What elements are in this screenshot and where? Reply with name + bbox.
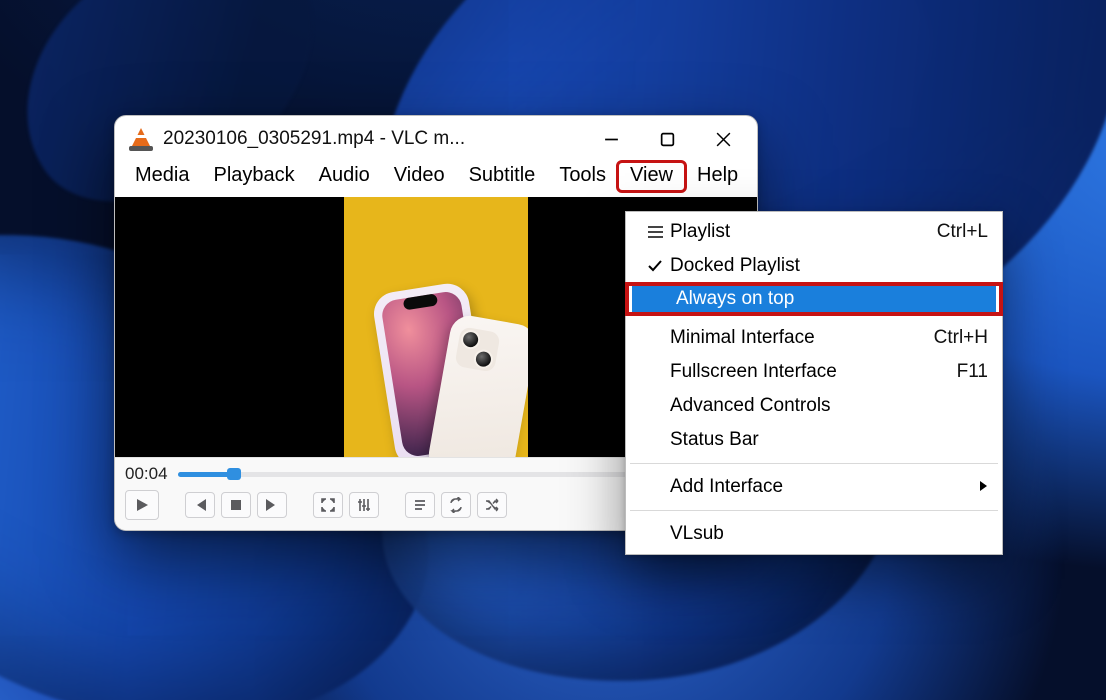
menu-item-label: Minimal Interface — [670, 327, 922, 349]
menu-item-minimal-interface[interactable]: Minimal Interface Ctrl+H — [626, 321, 1002, 355]
menu-item-label: VLsub — [670, 523, 988, 545]
menu-label: Subtitle — [469, 164, 536, 186]
menu-item-playlist[interactable]: Playlist Ctrl+L — [626, 215, 1002, 249]
menu-item-accel: Ctrl+H — [934, 327, 988, 349]
menu-help[interactable]: Help — [685, 162, 750, 191]
shuffle-button[interactable] — [477, 492, 507, 518]
menu-item-label: Docked Playlist — [670, 255, 988, 277]
fullscreen-button[interactable] — [313, 492, 343, 518]
menu-label: Playback — [213, 164, 294, 186]
previous-button[interactable] — [185, 492, 215, 518]
submenu-arrow-icon — [979, 476, 988, 498]
menu-separator — [630, 510, 998, 511]
next-button[interactable] — [257, 492, 287, 518]
menu-item-label: Advanced Controls — [670, 395, 988, 417]
menu-audio[interactable]: Audio — [307, 162, 382, 191]
menu-video[interactable]: Video — [382, 162, 457, 191]
menu-item-label: Always on top — [676, 288, 984, 310]
close-button[interactable] — [695, 120, 751, 158]
menu-item-fullscreen-interface[interactable]: Fullscreen Interface F11 — [626, 355, 1002, 389]
menu-item-docked-playlist[interactable]: Docked Playlist — [626, 249, 1002, 283]
menu-item-advanced-controls[interactable]: Advanced Controls — [626, 389, 1002, 423]
video-frame — [344, 197, 528, 457]
menu-item-accel: Ctrl+L — [937, 221, 988, 243]
vlc-cone-icon — [129, 127, 153, 151]
menu-item-vlsub[interactable]: VLsub — [626, 517, 1002, 551]
play-button[interactable] — [125, 490, 159, 520]
stop-button[interactable] — [221, 492, 251, 518]
highlight-annotation: Always on top — [626, 283, 1002, 315]
menu-item-label: Add Interface — [670, 476, 969, 498]
menu-item-accel: F11 — [957, 361, 988, 383]
menu-separator — [630, 463, 998, 464]
seek-knob[interactable] — [227, 468, 241, 480]
menu-item-always-on-top[interactable]: Always on top — [632, 283, 996, 315]
playlist-button[interactable] — [405, 492, 435, 518]
menu-view[interactable]: View — [618, 162, 685, 191]
menu-tools[interactable]: Tools — [547, 162, 618, 191]
seek-fill — [178, 472, 235, 477]
menu-label: Audio — [319, 164, 370, 186]
elapsed-time: 00:04 — [125, 464, 168, 484]
menu-label: Video — [394, 164, 445, 186]
maximize-button[interactable] — [639, 120, 695, 158]
minimize-button[interactable] — [583, 120, 639, 158]
menu-media[interactable]: Media — [123, 162, 201, 191]
menu-item-label: Fullscreen Interface — [670, 361, 945, 383]
titlebar[interactable]: 20230106_0305291.mp4 - VLC m... — [115, 116, 757, 162]
menu-item-add-interface[interactable]: Add Interface — [626, 470, 1002, 504]
list-icon — [640, 225, 670, 239]
menu-label: View — [630, 164, 673, 186]
menu-item-status-bar[interactable]: Status Bar — [626, 423, 1002, 457]
loop-button[interactable] — [441, 492, 471, 518]
menu-label: Help — [697, 164, 738, 186]
menu-label: Tools — [559, 164, 606, 186]
menu-subtitle[interactable]: Subtitle — [457, 162, 548, 191]
menu-item-label: Playlist — [670, 221, 925, 243]
view-dropdown: Playlist Ctrl+L Docked Playlist Always o… — [625, 211, 1003, 555]
menubar: Media Playback Audio Video Subtitle Tool… — [115, 162, 757, 197]
check-icon — [640, 259, 670, 273]
menu-item-label: Status Bar — [670, 429, 988, 451]
extended-settings-button[interactable] — [349, 492, 379, 518]
menu-label: Media — [135, 164, 189, 186]
window-title: 20230106_0305291.mp4 - VLC m... — [163, 128, 465, 150]
menu-playback[interactable]: Playback — [201, 162, 306, 191]
